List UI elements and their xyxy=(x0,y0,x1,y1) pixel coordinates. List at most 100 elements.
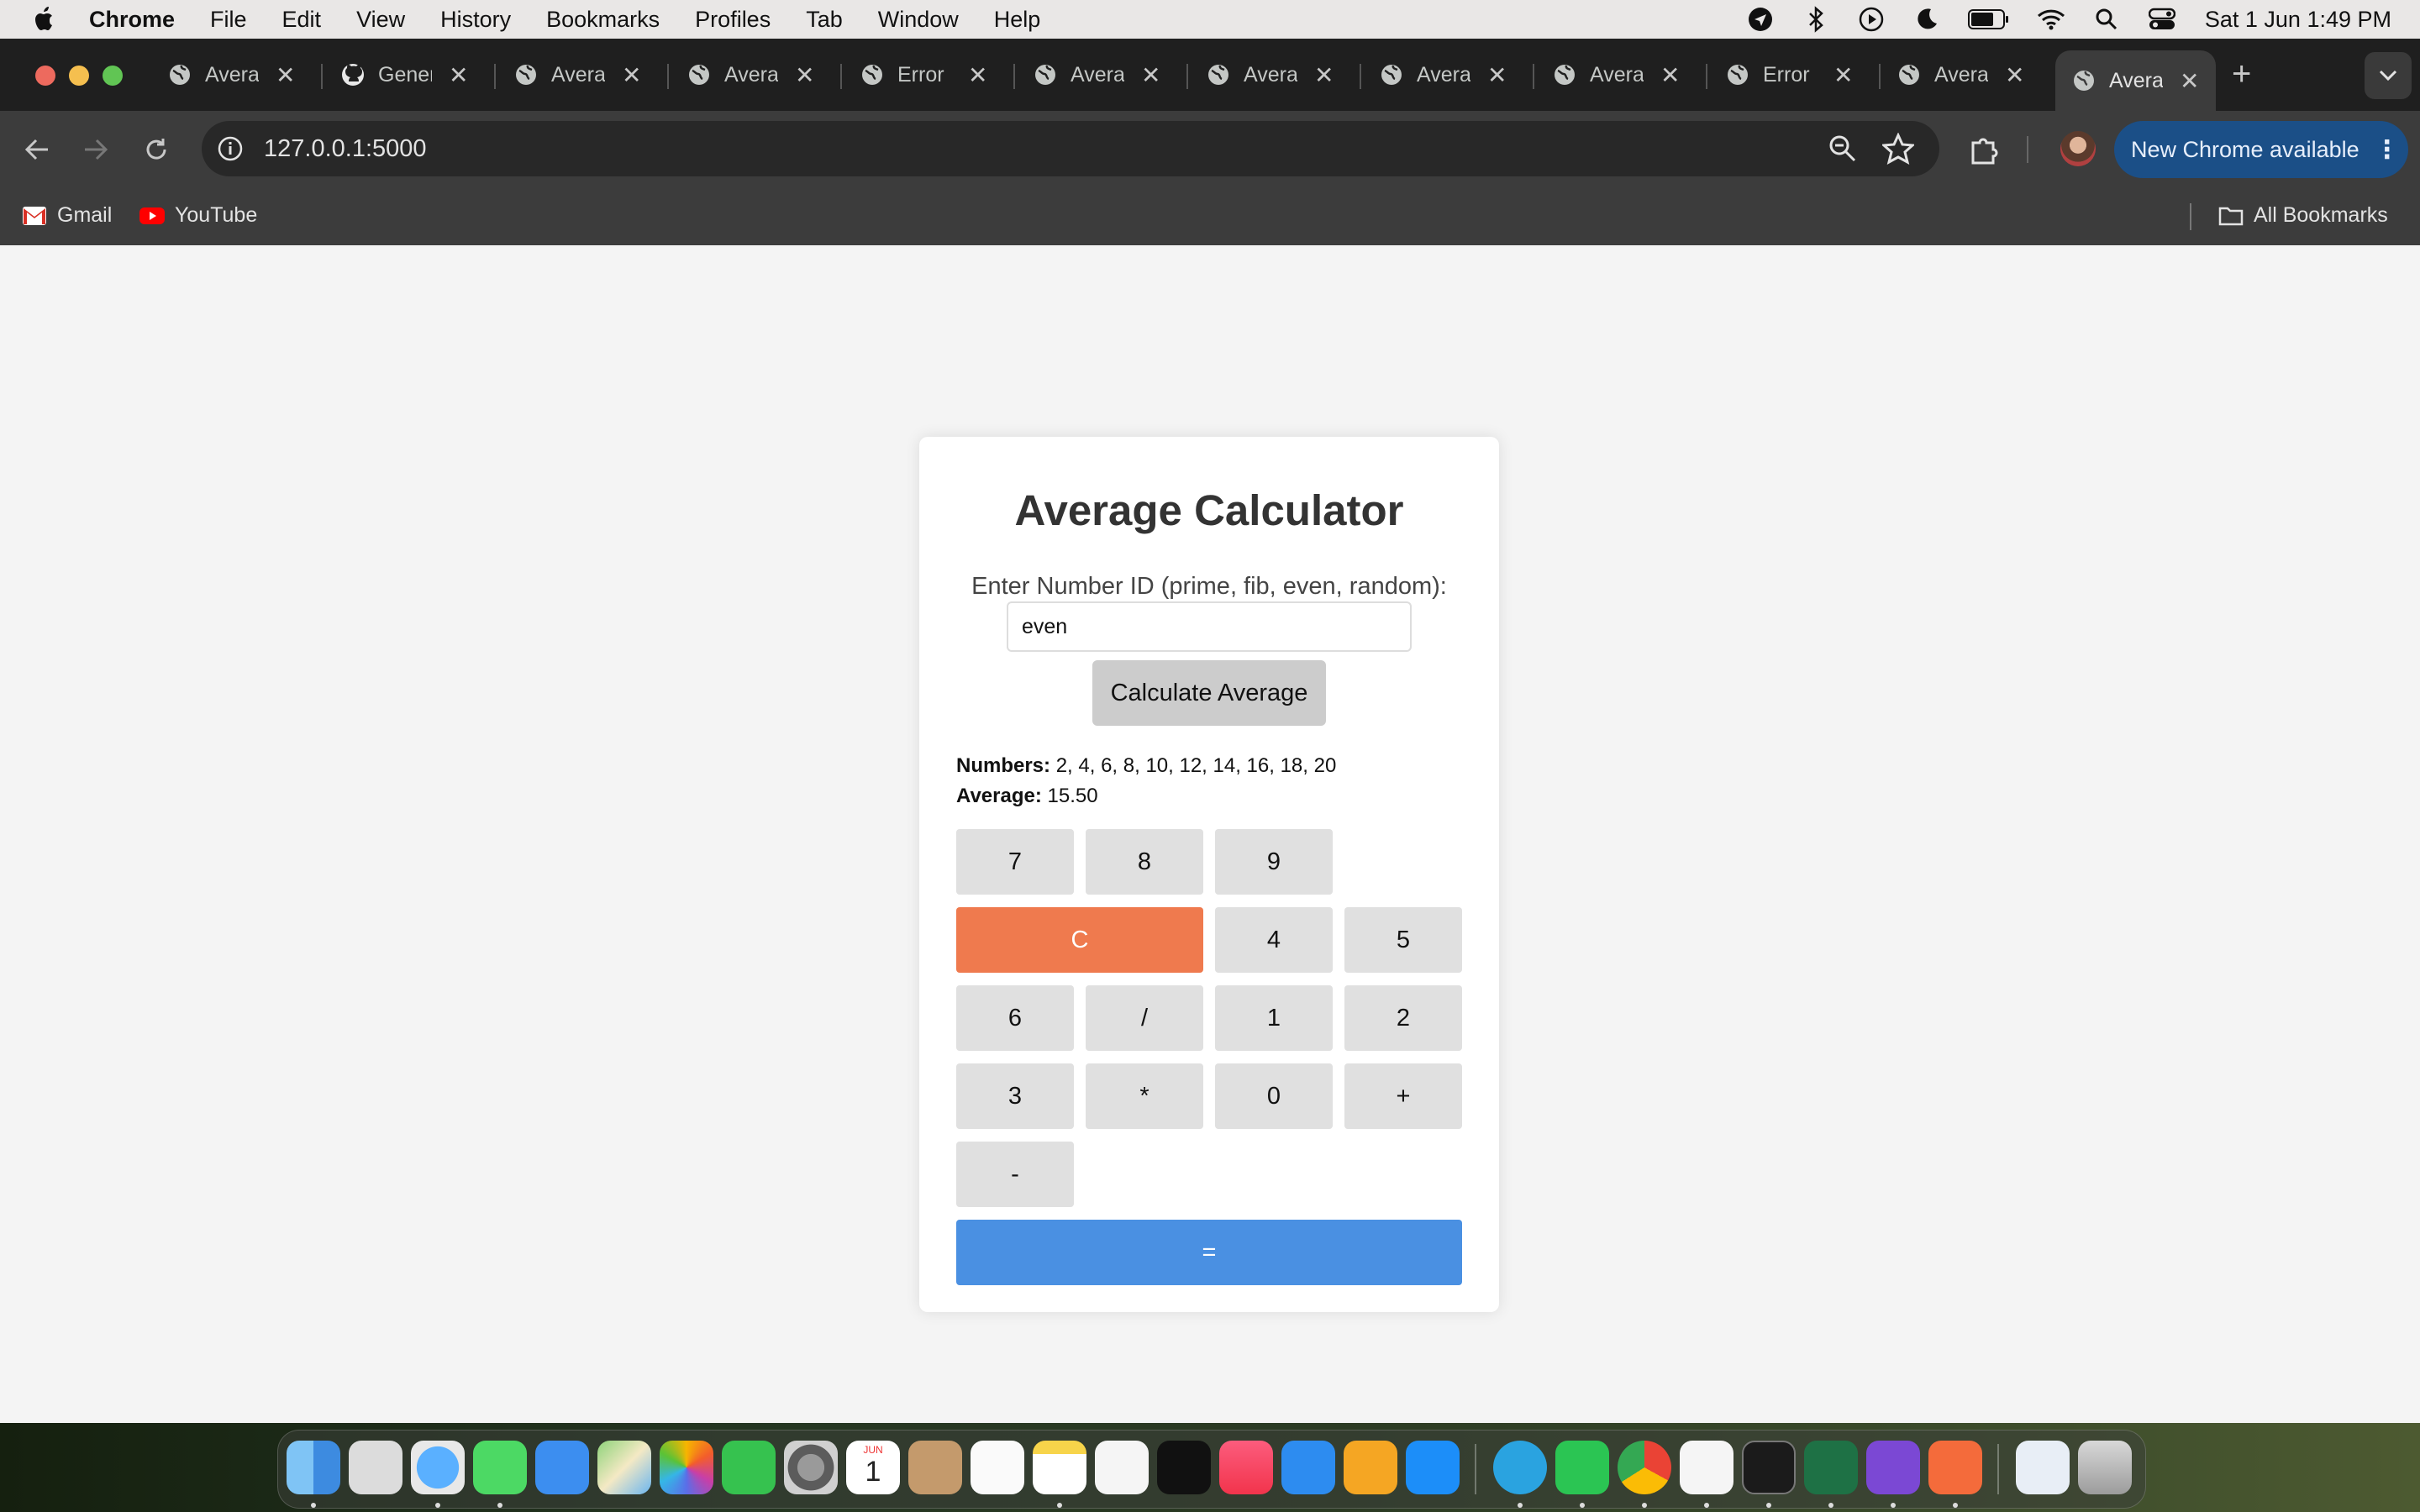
number-id-input[interactable] xyxy=(1007,601,1412,652)
tab-close-icon[interactable]: ✕ xyxy=(1314,61,1334,89)
tab-2[interactable]: Gener ✕ xyxy=(341,54,468,96)
tab-6[interactable]: Avera ✕ xyxy=(1034,54,1160,96)
freeform-icon[interactable] xyxy=(1095,1441,1149,1494)
finder-icon[interactable] xyxy=(287,1441,340,1494)
profile-avatar[interactable] xyxy=(2060,131,2096,166)
tab-close-icon[interactable]: ✕ xyxy=(2005,61,2024,89)
tab-close-icon[interactable]: ✕ xyxy=(2180,67,2199,95)
control-center-icon[interactable] xyxy=(2148,5,2176,34)
tab-4[interactable]: Avera ✕ xyxy=(687,54,814,96)
reminders-icon[interactable] xyxy=(971,1441,1024,1494)
bluetooth-icon[interactable] xyxy=(1802,5,1830,34)
menu-edit[interactable]: Edit xyxy=(282,7,322,33)
mail-icon[interactable] xyxy=(535,1441,589,1494)
spotlight-search-icon[interactable] xyxy=(2092,5,2121,34)
tab-5[interactable]: Error ✕ xyxy=(860,54,987,96)
menu-help[interactable]: Help xyxy=(994,7,1041,33)
zoom-window-button[interactable] xyxy=(103,66,123,86)
key-7[interactable]: 7 xyxy=(956,829,1074,895)
focus-moon-icon[interactable] xyxy=(1912,5,1941,34)
location-icon[interactable] xyxy=(1746,5,1775,34)
multiply-button[interactable]: * xyxy=(1086,1063,1203,1129)
menu-profiles[interactable]: Profiles xyxy=(695,7,771,33)
python-file-icon[interactable] xyxy=(2016,1441,2070,1494)
calculate-average-button[interactable]: Calculate Average xyxy=(1092,660,1326,726)
telegram-icon[interactable] xyxy=(1493,1441,1547,1494)
address-bar[interactable]: 127.0.0.1:5000 xyxy=(202,121,1939,176)
facetime-icon[interactable] xyxy=(722,1441,776,1494)
music-icon[interactable] xyxy=(1219,1441,1273,1494)
key-1[interactable]: 1 xyxy=(1215,985,1333,1051)
apple-tv-icon[interactable] xyxy=(1157,1441,1211,1494)
tab-12-active[interactable]: Avera ✕ xyxy=(2055,50,2217,111)
trash-icon[interactable] xyxy=(2078,1441,2132,1494)
divide-button[interactable]: / xyxy=(1086,985,1203,1051)
tab-7[interactable]: Avera ✕ xyxy=(1207,54,1334,96)
tab-8[interactable]: Avera ✕ xyxy=(1380,54,1507,96)
tab-close-icon[interactable]: ✕ xyxy=(276,61,295,89)
key-0[interactable]: 0 xyxy=(1215,1063,1333,1129)
maps-icon[interactable] xyxy=(597,1441,651,1494)
menu-window[interactable]: Window xyxy=(878,7,959,33)
wifi-icon[interactable] xyxy=(2037,5,2065,34)
bookmark-gmail[interactable]: Gmail xyxy=(22,203,112,228)
key-6[interactable]: 6 xyxy=(956,985,1074,1051)
tab-close-icon[interactable]: ✕ xyxy=(1141,61,1160,89)
safari-icon[interactable] xyxy=(411,1441,465,1494)
swift-playgrounds-icon[interactable] xyxy=(1928,1441,1982,1494)
menu-bookmarks[interactable]: Bookmarks xyxy=(546,7,660,33)
tab-search-button[interactable] xyxy=(2365,52,2412,99)
new-tab-button[interactable]: + xyxy=(2232,55,2251,93)
more-menu-icon[interactable]: ⋮ xyxy=(2375,135,2400,165)
tab-close-icon[interactable]: ✕ xyxy=(968,61,987,89)
photos-icon[interactable] xyxy=(660,1441,713,1494)
vscode-icon[interactable] xyxy=(1680,1441,1733,1494)
tab-close-icon[interactable]: ✕ xyxy=(622,61,641,89)
reload-button[interactable] xyxy=(138,131,175,168)
key-5[interactable]: 5 xyxy=(1344,907,1462,973)
tab-close-icon[interactable]: ✕ xyxy=(795,61,814,89)
notes-icon[interactable] xyxy=(1033,1441,1086,1494)
equals-button[interactable]: = xyxy=(956,1220,1462,1285)
tab-1[interactable]: Avera ✕ xyxy=(168,54,295,96)
minimize-window-button[interactable] xyxy=(69,66,89,86)
tab-close-icon[interactable]: ✕ xyxy=(449,61,468,89)
url-text[interactable]: 127.0.0.1:5000 xyxy=(264,135,427,163)
subtract-button[interactable]: - xyxy=(956,1142,1074,1207)
tab-10[interactable]: Error ✕ xyxy=(1726,54,1853,96)
menu-tab[interactable]: Tab xyxy=(806,7,843,33)
keynote-icon[interactable] xyxy=(1281,1441,1335,1494)
forward-button[interactable] xyxy=(77,131,114,168)
new-chrome-available-button[interactable]: New Chrome available ⋮ xyxy=(2114,121,2408,178)
bookmark-star-icon[interactable] xyxy=(1882,133,1914,165)
battery-icon[interactable] xyxy=(1967,5,2010,34)
tab-close-icon[interactable]: ✕ xyxy=(1660,61,1680,89)
menu-file[interactable]: File xyxy=(210,7,247,33)
messages-icon[interactable] xyxy=(473,1441,527,1494)
calendar-icon[interactable]: JUN 1 xyxy=(846,1441,900,1494)
key-4[interactable]: 4 xyxy=(1215,907,1333,973)
zoom-icon[interactable] xyxy=(1828,134,1857,163)
menu-view[interactable]: View xyxy=(356,7,405,33)
apple-icon[interactable] xyxy=(32,5,57,34)
key-2[interactable]: 2 xyxy=(1344,985,1462,1051)
extensions-puzzle-icon[interactable] xyxy=(1966,131,2003,168)
menu-app-name[interactable]: Chrome xyxy=(89,7,175,33)
tab-11[interactable]: Avera ✕ xyxy=(1897,54,2024,96)
chrome-icon[interactable] xyxy=(1618,1441,1671,1494)
clear-button[interactable]: C xyxy=(956,907,1203,973)
back-button[interactable] xyxy=(18,131,55,168)
all-bookmarks[interactable]: All Bookmarks xyxy=(2218,203,2388,228)
tab-close-icon[interactable]: ✕ xyxy=(1487,61,1507,89)
menu-clock[interactable]: Sat 1 Jun 1:49 PM xyxy=(2205,7,2391,33)
app-store-icon[interactable] xyxy=(1406,1441,1460,1494)
bookmark-youtube[interactable]: YouTube xyxy=(139,203,257,228)
whatsapp-icon[interactable] xyxy=(1555,1441,1609,1494)
key-8[interactable]: 8 xyxy=(1086,829,1203,895)
site-info-icon[interactable] xyxy=(217,135,244,162)
github-desktop-icon[interactable] xyxy=(1866,1441,1920,1494)
contacts-icon[interactable] xyxy=(908,1441,962,1494)
key-9[interactable]: 9 xyxy=(1215,829,1333,895)
terminal-icon[interactable] xyxy=(1742,1441,1796,1494)
tab-9[interactable]: Avera ✕ xyxy=(1553,54,1680,96)
